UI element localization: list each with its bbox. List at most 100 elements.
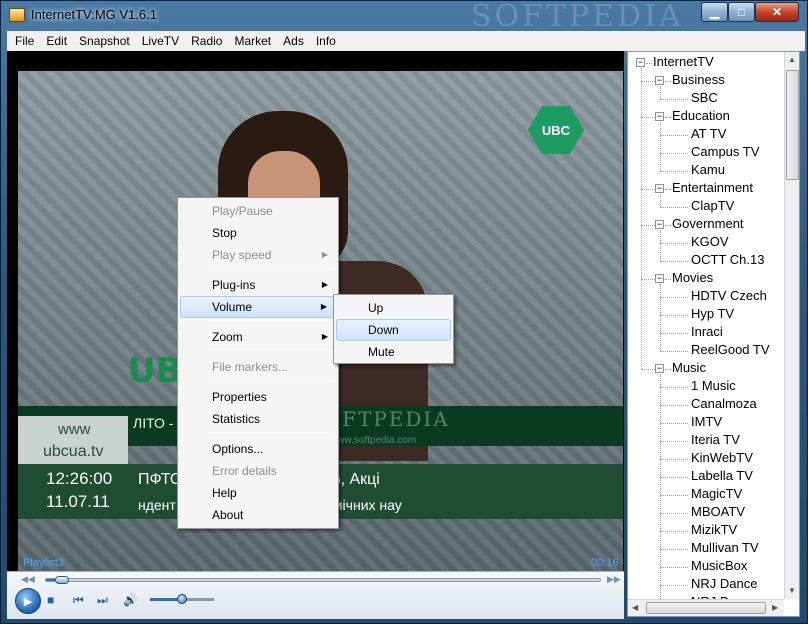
menu-file[interactable]: File: [9, 34, 40, 48]
tree-category-business[interactable]: Business: [672, 72, 725, 87]
tree-category-movies[interactable]: Movies: [672, 270, 713, 285]
tree-channel[interactable]: SBC: [691, 90, 718, 105]
seek-forward-icon[interactable]: ▶▶: [607, 574, 621, 585]
tree-connector: [660, 99, 688, 100]
volume-handle[interactable]: [177, 594, 187, 604]
menu-info[interactable]: Info: [310, 34, 342, 48]
volume-up-item[interactable]: Up: [336, 297, 451, 319]
tree-connector: [660, 477, 688, 478]
scroll-down-icon[interactable]: ▼: [788, 586, 796, 595]
play-button[interactable]: ▶: [15, 588, 41, 614]
context-menu-label: Play speed: [212, 248, 272, 262]
context-menu-item-options[interactable]: Options...: [180, 438, 336, 460]
tree-connector: [660, 135, 688, 136]
tree-connector: [660, 549, 688, 550]
tree-root[interactable]: InternetTV: [653, 54, 714, 69]
title-bar[interactable]: InternetTV:MG V1.6.1 SOFTPEDIA ▁ □ ✕: [1, 0, 807, 34]
tree-connector: [660, 495, 688, 496]
scroll-up-icon[interactable]: ▲: [788, 55, 796, 64]
tree-channel[interactable]: OCTT Ch.13: [691, 252, 764, 267]
window-title: InternetTV:MG V1.6.1: [31, 7, 157, 22]
horizontal-scroll-thumb[interactable]: [646, 602, 766, 614]
tree-category-government[interactable]: Government: [672, 216, 744, 231]
tree-channel[interactable]: KinWebTV: [691, 450, 753, 465]
volume-icon[interactable]: 🔊: [123, 593, 138, 607]
tree-channel[interactable]: MusicBox: [691, 558, 747, 573]
tree-expander-icon[interactable]: −: [655, 274, 664, 283]
tree-channel[interactable]: MagicTV: [691, 486, 742, 501]
context-menu-item-about[interactable]: About: [180, 504, 336, 526]
next-button[interactable]: ⏭: [97, 593, 108, 608]
menu-livetv[interactable]: LiveTV: [136, 34, 185, 48]
context-menu-item-zoom[interactable]: Zoom ▶: [180, 326, 336, 348]
context-menu-item-properties[interactable]: Properties: [180, 386, 336, 408]
tree-channel[interactable]: Inraci: [691, 324, 723, 339]
tree-connector: [665, 117, 671, 118]
menu-snapshot[interactable]: Snapshot: [73, 34, 136, 48]
stop-button[interactable]: ■: [47, 593, 54, 607]
tree-channel[interactable]: ReelGood TV: [691, 342, 770, 357]
volume-mute-item[interactable]: Mute: [336, 341, 451, 363]
tree-channel[interactable]: IMTV: [691, 414, 722, 429]
tree-connector: [660, 567, 688, 568]
tree-channel[interactable]: MBOATV: [691, 504, 745, 519]
tree-channel[interactable]: Hyp TV: [691, 306, 734, 321]
menu-edit[interactable]: Edit: [40, 34, 73, 48]
menu-market[interactable]: Market: [228, 34, 277, 48]
seek-back-icon[interactable]: ◀◀: [21, 574, 35, 585]
tree-expander-icon[interactable]: −: [655, 364, 664, 373]
tree-expander-icon[interactable]: −: [636, 58, 645, 67]
app-window: InternetTV:MG V1.6.1 SOFTPEDIA ▁ □ ✕ Fil…: [0, 0, 808, 624]
vertical-scrollbar[interactable]: ▲ ▼: [784, 52, 799, 599]
tree-channel[interactable]: ClapTV: [691, 198, 734, 213]
previous-button[interactable]: ⏮: [73, 593, 84, 608]
tree-expander-icon[interactable]: −: [655, 184, 664, 193]
tree-category-entertainment[interactable]: Entertainment: [672, 180, 753, 195]
tree-channel[interactable]: HDTV Czech: [691, 288, 767, 303]
video-watermark-url: www.softpedia.com: [330, 435, 417, 446]
context-menu-item-plug-ins[interactable]: Plug-ins ▶: [180, 274, 336, 296]
tree-connector: [660, 261, 688, 262]
volume-down-item[interactable]: Down: [336, 319, 451, 341]
tree-category-education[interactable]: Education: [672, 108, 730, 123]
tree-channel[interactable]: 1 Music: [691, 378, 736, 393]
tree-channel[interactable]: Kamu: [691, 162, 725, 177]
vertical-scroll-thumb[interactable]: [786, 70, 799, 180]
context-menu-item-stop[interactable]: Stop: [180, 222, 336, 244]
tree-expander-icon[interactable]: −: [655, 220, 664, 229]
tree-channel[interactable]: MizikTV: [691, 522, 737, 537]
context-menu-item-volume[interactable]: Volume ▶: [180, 296, 336, 318]
tree-channel[interactable]: Mullivan TV: [691, 540, 759, 555]
scroll-right-icon[interactable]: ▶: [772, 603, 778, 612]
menu-radio[interactable]: Radio: [185, 34, 228, 48]
volume-slider[interactable]: [150, 594, 214, 604]
tree-expander-icon[interactable]: −: [655, 76, 664, 85]
tree-connector: [660, 207, 688, 208]
tree-channel[interactable]: Canalmoza: [691, 396, 757, 411]
minimize-button[interactable]: ▁: [701, 2, 728, 22]
tree-connector: [660, 86, 661, 99]
tree-connector: [660, 374, 661, 603]
tree-channel[interactable]: Iteria TV: [691, 432, 740, 447]
tree-channel[interactable]: AT TV: [691, 126, 726, 141]
tree-connector: [641, 369, 655, 370]
tree-connector: [641, 189, 655, 190]
tree-expander-icon[interactable]: −: [655, 112, 664, 121]
broadcast-date: 11.07.11: [46, 492, 110, 511]
seek-handle[interactable]: [55, 576, 70, 584]
scroll-left-icon[interactable]: ◀: [632, 603, 638, 612]
tree-channel[interactable]: Campus TV: [691, 144, 759, 159]
context-menu-label: Plug-ins: [212, 278, 256, 292]
context-menu-item-statistics[interactable]: Statistics: [180, 408, 336, 430]
tree-channel[interactable]: NRJ Dance: [691, 576, 757, 591]
menu-ads[interactable]: Ads: [277, 34, 310, 48]
maximize-button[interactable]: □: [728, 2, 755, 22]
horizontal-scrollbar[interactable]: ◀ ▶: [628, 599, 784, 616]
seek-bar[interactable]: [45, 576, 601, 584]
tree-category-music[interactable]: Music: [672, 360, 706, 375]
context-menu-item-help[interactable]: Help: [180, 482, 336, 504]
channel-tree-panel: − InternetTV − Business SBC − Education AT TV Ca…: [627, 51, 800, 617]
close-button[interactable]: ✕: [755, 2, 799, 22]
tree-channel[interactable]: Labella TV: [691, 468, 753, 483]
tree-channel[interactable]: KGOV: [691, 234, 729, 249]
